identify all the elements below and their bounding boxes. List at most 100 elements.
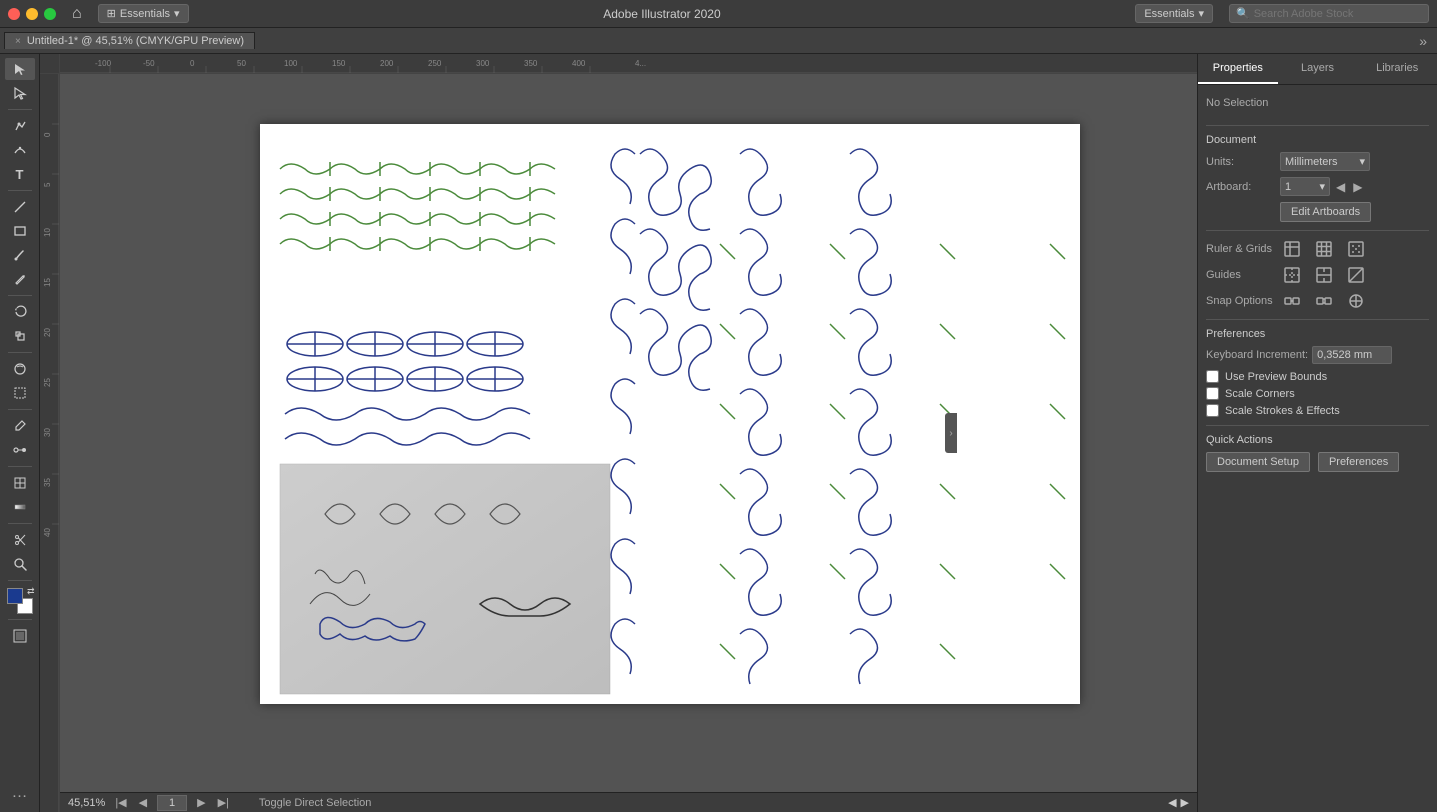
tab-properties[interactable]: Properties <box>1198 54 1278 84</box>
artboard-value: 1 <box>1285 181 1291 193</box>
ruler-corner <box>40 54 60 74</box>
snap-icon-2[interactable] <box>1312 291 1336 311</box>
scroll-right-btn[interactable]: ▶ <box>1181 796 1189 809</box>
svg-text:200: 200 <box>380 59 394 68</box>
artboard-chevron-icon: ▾ <box>1319 180 1325 193</box>
curvature-tool[interactable] <box>5 139 35 161</box>
blend-tool[interactable] <box>5 439 35 461</box>
no-selection-label: No Selection <box>1206 93 1429 117</box>
search-bar[interactable]: 🔍 <box>1229 4 1429 23</box>
home-icon[interactable]: ⌂ <box>72 5 82 23</box>
search-icon: 🔍 <box>1236 7 1250 20</box>
maximize-button[interactable] <box>44 8 56 20</box>
artboard-next-btn[interactable]: ▶ <box>1351 180 1364 194</box>
rotate-tool[interactable] <box>5 301 35 323</box>
paintbrush-tool[interactable] <box>5 244 35 266</box>
direct-selection-tool[interactable] <box>5 82 35 104</box>
fg-bg-colors[interactable]: ⇄ <box>7 588 33 614</box>
canvas-area: -100 -50 0 50 100 150 200 250 300 350 <box>40 54 1197 812</box>
artboard-select[interactable]: 1 ▾ <box>1280 177 1330 196</box>
scale-corners-checkbox[interactable] <box>1206 387 1219 400</box>
use-preview-bounds-checkbox[interactable] <box>1206 370 1219 383</box>
scale-corners-label: Scale Corners <box>1225 388 1295 400</box>
main-area: T <box>0 54 1437 812</box>
search-input[interactable] <box>1254 8 1414 20</box>
svg-text:100: 100 <box>284 59 298 68</box>
more-tools[interactable]: … <box>12 784 28 808</box>
svg-text:5: 5 <box>43 182 52 187</box>
page-input[interactable] <box>157 795 187 811</box>
svg-text:150: 150 <box>332 59 346 68</box>
nav-first-btn[interactable]: |◀ <box>113 796 128 809</box>
keyboard-increment-input[interactable] <box>1312 346 1392 364</box>
snap-icon-1[interactable] <box>1280 291 1304 311</box>
zoom-tool[interactable] <box>5 553 35 575</box>
grid-icon[interactable] <box>1312 239 1336 259</box>
artboard-prev-btn[interactable]: ◀ <box>1334 180 1347 194</box>
essentials-label: Essentials <box>1144 8 1194 20</box>
toggle-label: Toggle Direct Selection <box>259 797 372 809</box>
guides-icon-2[interactable] <box>1312 265 1336 285</box>
free-transform-tool[interactable] <box>5 382 35 404</box>
svg-text:30: 30 <box>43 428 52 437</box>
ruler-grids-icons <box>1280 239 1368 259</box>
document-setup-button[interactable]: Document Setup <box>1206 452 1310 472</box>
units-select[interactable]: Millimeters ▾ <box>1280 152 1370 171</box>
mesh-tool[interactable] <box>5 472 35 494</box>
dot-grid-icon[interactable] <box>1344 239 1368 259</box>
ruler-grids-row: Ruler & Grids <box>1206 239 1429 259</box>
guides-icon-3[interactable] <box>1344 265 1368 285</box>
change-screen-mode[interactable] <box>5 625 35 647</box>
eyedropper-tool[interactable] <box>5 415 35 437</box>
line-tool[interactable] <box>5 196 35 218</box>
scale-strokes-checkbox[interactable] <box>1206 404 1219 417</box>
selection-tool[interactable] <box>5 58 35 80</box>
rectangle-tool[interactable] <box>5 220 35 242</box>
color-swap-icon[interactable]: ⇄ <box>27 586 35 597</box>
scroll-left-btn[interactable]: ◀ <box>1168 796 1176 809</box>
preferences-button[interactable]: Preferences <box>1318 452 1399 472</box>
snap-options-label: Snap Options <box>1206 295 1276 307</box>
tab-layers[interactable]: Layers <box>1278 54 1358 84</box>
svg-text:35: 35 <box>43 478 52 487</box>
section-divider-4 <box>1206 425 1429 426</box>
type-tool[interactable]: T <box>5 163 35 185</box>
window-controls <box>8 8 56 20</box>
minimize-button[interactable] <box>26 8 38 20</box>
scale-tool[interactable] <box>5 325 35 347</box>
ruler-icon-1[interactable] <box>1280 239 1304 259</box>
quick-actions-buttons: Document Setup Preferences <box>1206 452 1429 472</box>
nav-next-btn[interactable]: ▶ <box>195 796 207 809</box>
units-value: Millimeters <box>1285 156 1338 168</box>
tab-label: Untitled-1* @ 45,51% (CMYK/GPU Preview) <box>27 35 244 47</box>
svg-text:50: 50 <box>237 59 246 68</box>
nav-last-btn[interactable]: ▶| <box>216 796 231 809</box>
snap-icon-3[interactable] <box>1344 291 1368 311</box>
scissors-tool[interactable] <box>5 529 35 551</box>
pen-tool[interactable] <box>5 115 35 137</box>
guides-label: Guides <box>1206 269 1276 281</box>
gradient-tool[interactable] <box>5 496 35 518</box>
svg-text:4...: 4... <box>635 59 646 68</box>
foreground-color[interactable] <box>7 588 23 604</box>
svg-text:25: 25 <box>43 378 52 387</box>
panel-collapse-handle[interactable]: › <box>945 413 957 453</box>
document-tab[interactable]: × Untitled-1* @ 45,51% (CMYK/GPU Preview… <box>4 32 255 49</box>
guides-icon-1[interactable] <box>1280 265 1304 285</box>
svg-text:400: 400 <box>572 59 586 68</box>
essentials-button[interactable]: Essentials ▾ <box>1135 4 1213 23</box>
section-divider-1 <box>1206 125 1429 126</box>
svg-text:40: 40 <box>43 528 52 537</box>
expand-icon[interactable]: » <box>1413 33 1433 49</box>
tab-libraries[interactable]: Libraries <box>1357 54 1437 84</box>
nav-prev-btn[interactable]: ◀ <box>137 796 149 809</box>
keyboard-increment-label: Keyboard Increment: <box>1206 349 1308 361</box>
app-title: Adobe Illustrator 2020 <box>197 7 1128 21</box>
close-button[interactable] <box>8 8 20 20</box>
collapse-arrow-icon: › <box>949 428 952 439</box>
edit-artboards-button[interactable]: Edit Artboards <box>1280 202 1371 222</box>
tab-close-icon[interactable]: × <box>15 36 21 47</box>
pencil-tool[interactable] <box>5 268 35 290</box>
warp-tool[interactable] <box>5 358 35 380</box>
workspace-button[interactable]: ⊞ Essentials ▾ <box>98 4 189 23</box>
